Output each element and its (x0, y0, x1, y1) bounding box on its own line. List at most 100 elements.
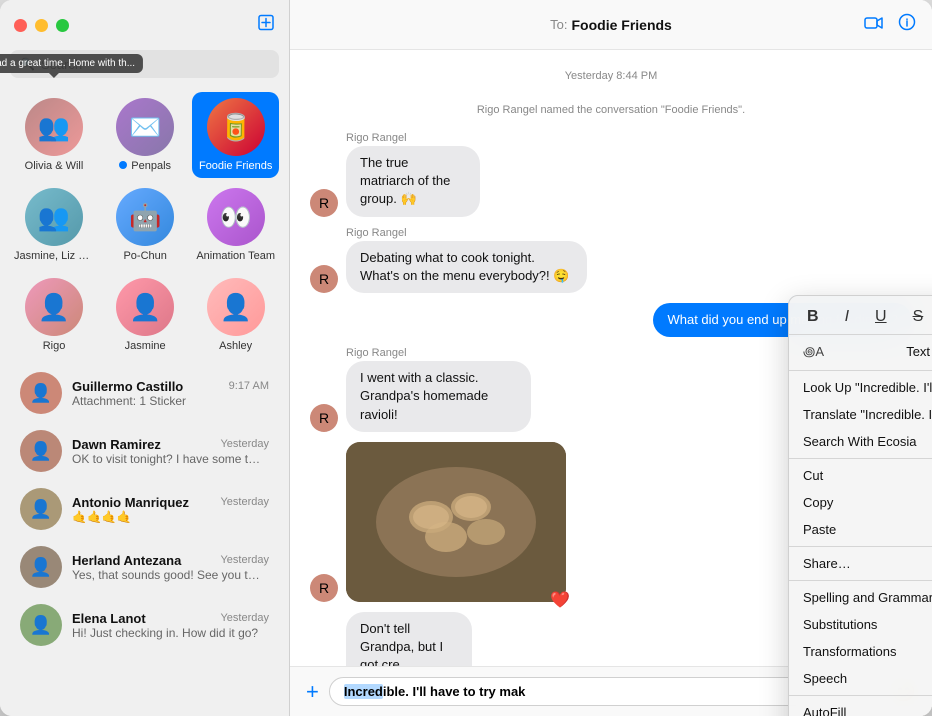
ctx-text-effects[interactable]: ꩜A Text Effects › (789, 335, 932, 367)
to-label: To: (550, 17, 567, 32)
pin-label-penpals: Penpals (119, 160, 171, 172)
message-bubble: The true matriarch of the group. 🙌 (346, 146, 480, 217)
pin-item-jasmine[interactable]: 👤 Jasmine (102, 272, 188, 358)
msg-avatar: R (310, 189, 338, 217)
search-bar[interactable]: 🔍 (10, 50, 279, 78)
info-button[interactable] (898, 13, 916, 36)
ctx-share[interactable]: Share… (789, 550, 932, 577)
conv-time-elena: Yesterday (220, 612, 269, 624)
conv-avatar-antonio: 👤 (20, 488, 62, 530)
separator (789, 695, 932, 696)
fullscreen-button[interactable] (56, 19, 69, 32)
pin-avatar-jasmine: 👤 (116, 278, 174, 336)
conv-preview-herland: Yes, that sounds good! See you then. (72, 568, 262, 582)
pin-item-ashley[interactable]: 👤 Ashley (192, 272, 279, 358)
pin-avatar-ashley: 👤 (207, 278, 265, 336)
separator (789, 458, 932, 459)
ctx-spelling-label: Spelling and Grammar (803, 590, 932, 605)
conv-info-guillermo: Guillermo Castillo 9:17 AM Attachment: 1… (72, 379, 269, 408)
app-window: 🔍 We had a great time. Home with th... 👥… (0, 0, 932, 716)
conv-item-elena[interactable]: 👤 Elena Lanot Yesterday Hi! Just checkin… (6, 596, 283, 654)
conv-name-antonio: Antonio Manriquez (72, 495, 189, 510)
ctx-search-label: Search With Ecosia (803, 434, 916, 449)
ctx-lookup[interactable]: Look Up "Incredible. I'll have to try…" (789, 374, 932, 401)
ctx-translate-label: Translate "Incredible. I'll have to try…… (803, 407, 932, 422)
ctx-paste[interactable]: Paste (789, 516, 932, 543)
conv-item-antonio[interactable]: 👤 Antonio Manriquez Yesterday 🤙🤙🤙🤙 (6, 480, 283, 538)
message-row: R Rigo Rangel Debating what to cook toni… (310, 227, 912, 293)
ctx-substitutions[interactable]: Substitutions › (789, 611, 932, 638)
ctx-speech[interactable]: Speech › (789, 665, 932, 692)
message-row: R Rigo Rangel The true matriarch of the … (310, 132, 912, 217)
pin-item-rigo[interactable]: 👤 Rigo (10, 272, 98, 358)
ctx-spelling[interactable]: Spelling and Grammar › (789, 584, 932, 611)
text-effects-label: Text Effects (906, 344, 932, 359)
pin-item-animation-team[interactable]: 👀 Animation Team (192, 182, 279, 268)
ctx-cut[interactable]: Cut (789, 462, 932, 489)
ctx-cut-label: Cut (803, 468, 823, 483)
close-button[interactable] (14, 19, 27, 32)
pin-label-rigo: Rigo (43, 340, 66, 352)
ctx-translate[interactable]: Translate "Incredible. I'll have to try…… (789, 401, 932, 428)
compose-button[interactable] (257, 14, 275, 37)
chat-group-name: Foodie Friends (572, 17, 672, 33)
conv-avatar-dawn: 👤 (20, 430, 62, 472)
underline-button[interactable]: U (871, 306, 891, 328)
pin-item-pochun[interactable]: 🤖 Po-Chun (102, 182, 188, 268)
conv-name-dawn: Dawn Ramirez (72, 437, 161, 452)
pin-label-foodie: Foodie Friends (199, 160, 272, 172)
chat-titlebar: To: Foodie Friends (290, 0, 932, 50)
pin-label-ashley: Ashley (219, 340, 252, 352)
separator (789, 546, 932, 547)
conv-preview-dawn: OK to visit tonight? I have some things … (72, 452, 262, 466)
conv-info-elena: Elena Lanot Yesterday Hi! Just checking … (72, 611, 269, 640)
search-input[interactable] (41, 57, 269, 72)
pin-item-penpals[interactable]: ✉️ Penpals (102, 92, 188, 178)
conv-info-dawn: Dawn Ramirez Yesterday OK to visit tonig… (72, 437, 269, 466)
ctx-autofill[interactable]: AutoFill › (789, 699, 932, 716)
conv-avatar-herland: 👤 (20, 546, 62, 588)
msg-avatar: R (310, 574, 338, 602)
message-bubble: I went with a classic. Grandpa's homemad… (346, 361, 531, 432)
ctx-search-ecosia[interactable]: Search With Ecosia (789, 428, 932, 455)
message-bubble: Don't tell Grandpa, but I got crelike it… (346, 612, 472, 666)
ctx-lookup-label: Look Up "Incredible. I'll have to try…" (803, 380, 932, 395)
italic-button[interactable]: I (841, 306, 853, 328)
conv-avatar-guillermo: 👤 (20, 372, 62, 414)
conv-item-herland[interactable]: 👤 Herland Antezana Yesterday Yes, that s… (6, 538, 283, 596)
minimize-button[interactable] (35, 19, 48, 32)
pin-item-foodie-friends[interactable]: 🥫 Foodie Friends (192, 92, 279, 178)
ctx-paste-label: Paste (803, 522, 836, 537)
strikethrough-button[interactable]: S (909, 306, 928, 328)
separator (789, 580, 932, 581)
text-effects-icon: ꩜A (803, 341, 824, 361)
msg-avatar: R (310, 404, 338, 432)
sender-name: Rigo Rangel (346, 132, 577, 144)
conv-item-dawn[interactable]: 👤 Dawn Ramirez Yesterday OK to visit ton… (6, 422, 283, 480)
conv-preview-antonio: 🤙🤙🤙🤙 (72, 510, 262, 524)
pin-avatar-rigo: 👤 (25, 278, 83, 336)
bold-button[interactable]: B (803, 306, 823, 328)
format-row: B I U S (789, 300, 932, 335)
video-call-button[interactable] (864, 13, 884, 36)
sender-name: Rigo Rangel (346, 227, 762, 239)
pin-label-jasmine-liz: Jasmine, Liz &... (14, 250, 94, 262)
conv-time-antonio: Yesterday (220, 496, 269, 508)
add-attachment-button[interactable]: + (306, 679, 319, 705)
conv-item-guillermo[interactable]: 👤 Guillermo Castillo 9:17 AM Attachment:… (6, 364, 283, 422)
conv-avatar-elena: 👤 (20, 604, 62, 646)
msg-avatar: R (310, 265, 338, 293)
ctx-autofill-label: AutoFill (803, 705, 846, 716)
ctx-copy[interactable]: Copy (789, 489, 932, 516)
pin-avatar-jasmine-liz: 👥 (25, 188, 83, 246)
conv-name-elena: Elena Lanot (72, 611, 146, 626)
chat-icons (864, 13, 916, 36)
pin-item-jasmine-liz[interactable]: 👥 Jasmine, Liz &... (10, 182, 98, 268)
conv-time-guillermo: 9:17 AM (229, 380, 269, 392)
pin-item-olivia-will[interactable]: We had a great time. Home with th... 👥 O… (10, 92, 98, 178)
ctx-transformations[interactable]: Transformations › (789, 638, 932, 665)
system-named-msg: Rigo Rangel named the conversation "Food… (310, 104, 912, 116)
pin-label-jasmine: Jasmine (125, 340, 166, 352)
conv-info-antonio: Antonio Manriquez Yesterday 🤙🤙🤙🤙 (72, 495, 269, 524)
pin-label-pochun: Po-Chun (123, 250, 166, 262)
